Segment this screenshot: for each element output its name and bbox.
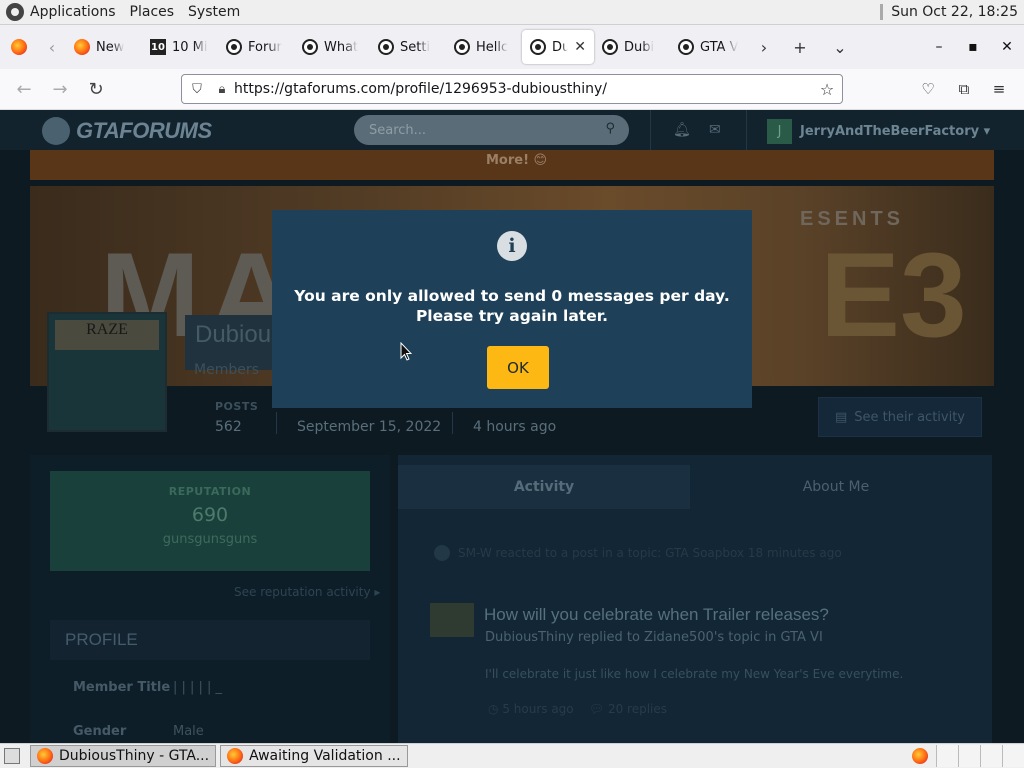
shield-icon[interactable]: ⛉ (182, 82, 212, 97)
firefox-icon (74, 39, 90, 55)
menu-applications[interactable]: Applications (30, 4, 116, 20)
bookmark-star-icon[interactable]: ☆ (812, 80, 842, 99)
menu-system[interactable]: System (188, 4, 240, 20)
taskbar: DubiousThiny - GTA... Awaiting Validatio… (0, 743, 1024, 768)
firefox-icon (37, 748, 53, 764)
top-panel: Applications Places System Sun Oct 22, 1… (0, 0, 1024, 25)
firefox-icon (11, 39, 27, 55)
list-all-tabs-button[interactable]: ⌄ (826, 33, 854, 61)
gtaforums-icon (302, 39, 318, 55)
gtaforums-icon (678, 39, 694, 55)
mouse-cursor-icon (400, 342, 412, 361)
maximize-button[interactable]: ▪ (956, 33, 990, 61)
tab-strip: ‹ New 10 10 Mi Forur What Setti Hellc Du ✕… (0, 25, 1024, 69)
taskbar-item-awaiting-validation[interactable]: Awaiting Validation ... (220, 745, 408, 767)
menu-icon[interactable]: ≡ (984, 75, 1014, 103)
tab-hello[interactable]: Hellc (446, 30, 522, 64)
taskbar-item-dubiousthiny[interactable]: DubiousThiny - GTA... (30, 745, 217, 767)
alert-dialog: i You are only allowed to send 0 message… (272, 210, 752, 408)
taskbar-label: DubiousThiny - GTA... (59, 748, 210, 764)
new-tab-button[interactable]: + (786, 33, 814, 61)
close-window-button[interactable]: ✕ (990, 33, 1024, 61)
tab-forum[interactable]: Forur (218, 30, 294, 64)
forward-button[interactable]: → (42, 74, 78, 104)
tab-new[interactable]: New (66, 30, 142, 64)
ten-icon: 10 (150, 39, 166, 55)
tab-label: Du (552, 39, 569, 55)
ok-button[interactable]: OK (487, 346, 549, 389)
alert-message: You are only allowed to send 0 messages … (272, 286, 752, 326)
tab-label: New (96, 39, 125, 55)
tab-gta[interactable]: GTA V (670, 30, 750, 64)
tab-label: GTA V (700, 39, 739, 55)
panel-separator (880, 4, 884, 20)
reload-button[interactable]: ↻ (78, 74, 114, 104)
modal-backdrop[interactable] (0, 110, 1024, 743)
alert-line-1: You are only allowed to send 0 messages … (294, 287, 730, 305)
url-text[interactable]: https://gtaforums.com/profile/1296953-du… (234, 81, 812, 97)
workspace-4[interactable] (1002, 745, 1024, 767)
close-tab-icon[interactable]: ✕ (574, 39, 586, 55)
firefox-icon (227, 748, 244, 764)
gtaforums-icon (454, 39, 470, 55)
tab-10-minute[interactable]: 10 10 Mi (142, 30, 218, 64)
scroll-tabs-right-button[interactable]: › (750, 33, 778, 61)
extensions-icon[interactable]: ⧉ (949, 75, 979, 103)
tab-label: Setti (400, 39, 431, 55)
show-desktop-icon[interactable] (4, 748, 20, 764)
url-bar[interactable]: ⛉ 🔒︎ https://gtaforums.com/profile/12969… (181, 74, 843, 104)
pocket-icon[interactable]: ♡ (913, 75, 943, 103)
gtaforums-icon (530, 39, 546, 55)
workspace-3[interactable] (980, 745, 1002, 767)
minimize-button[interactable]: – (922, 33, 956, 61)
back-button[interactable]: ← (6, 74, 42, 104)
tab-label: What (324, 39, 359, 55)
gtaforums-icon (378, 39, 394, 55)
workspace-1[interactable] (936, 745, 958, 767)
tab-dubi[interactable]: Dubi (594, 30, 670, 64)
scroll-tabs-left-button[interactable]: ‹ (38, 33, 66, 61)
firefox-view-button[interactable] (0, 33, 38, 61)
menu-places[interactable]: Places (130, 4, 175, 20)
gtaforums-icon (226, 39, 242, 55)
alert-line-2: Please try again later. (415, 307, 609, 325)
lock-icon[interactable]: 🔒︎ (212, 82, 232, 97)
taskbar-label: Awaiting Validation ... (249, 748, 401, 764)
distro-logo-icon[interactable] (6, 3, 24, 21)
tray-firefox-icon[interactable] (912, 748, 928, 764)
tab-label: Dubi (624, 39, 655, 55)
page-content: GTAFORUMS Search... ⚲ 🔔︎ ✉ J JerryAndThe… (0, 110, 1024, 743)
tab-dubious-active[interactable]: Du ✕ (522, 30, 594, 64)
clock[interactable]: Sun Oct 22, 18:25 (891, 4, 1018, 20)
workspace-2[interactable] (958, 745, 980, 767)
tab-label: Hellc (476, 39, 509, 55)
tab-label: Forur (248, 39, 282, 55)
tab-what[interactable]: What (294, 30, 370, 64)
tab-label: 10 Mi (172, 39, 208, 55)
nav-bar: ← → ↻ ⛉ 🔒︎ https://gtaforums.com/profile… (0, 69, 1024, 110)
gtaforums-icon (602, 39, 618, 55)
info-icon: i (497, 231, 527, 261)
tab-settings[interactable]: Setti (370, 30, 446, 64)
